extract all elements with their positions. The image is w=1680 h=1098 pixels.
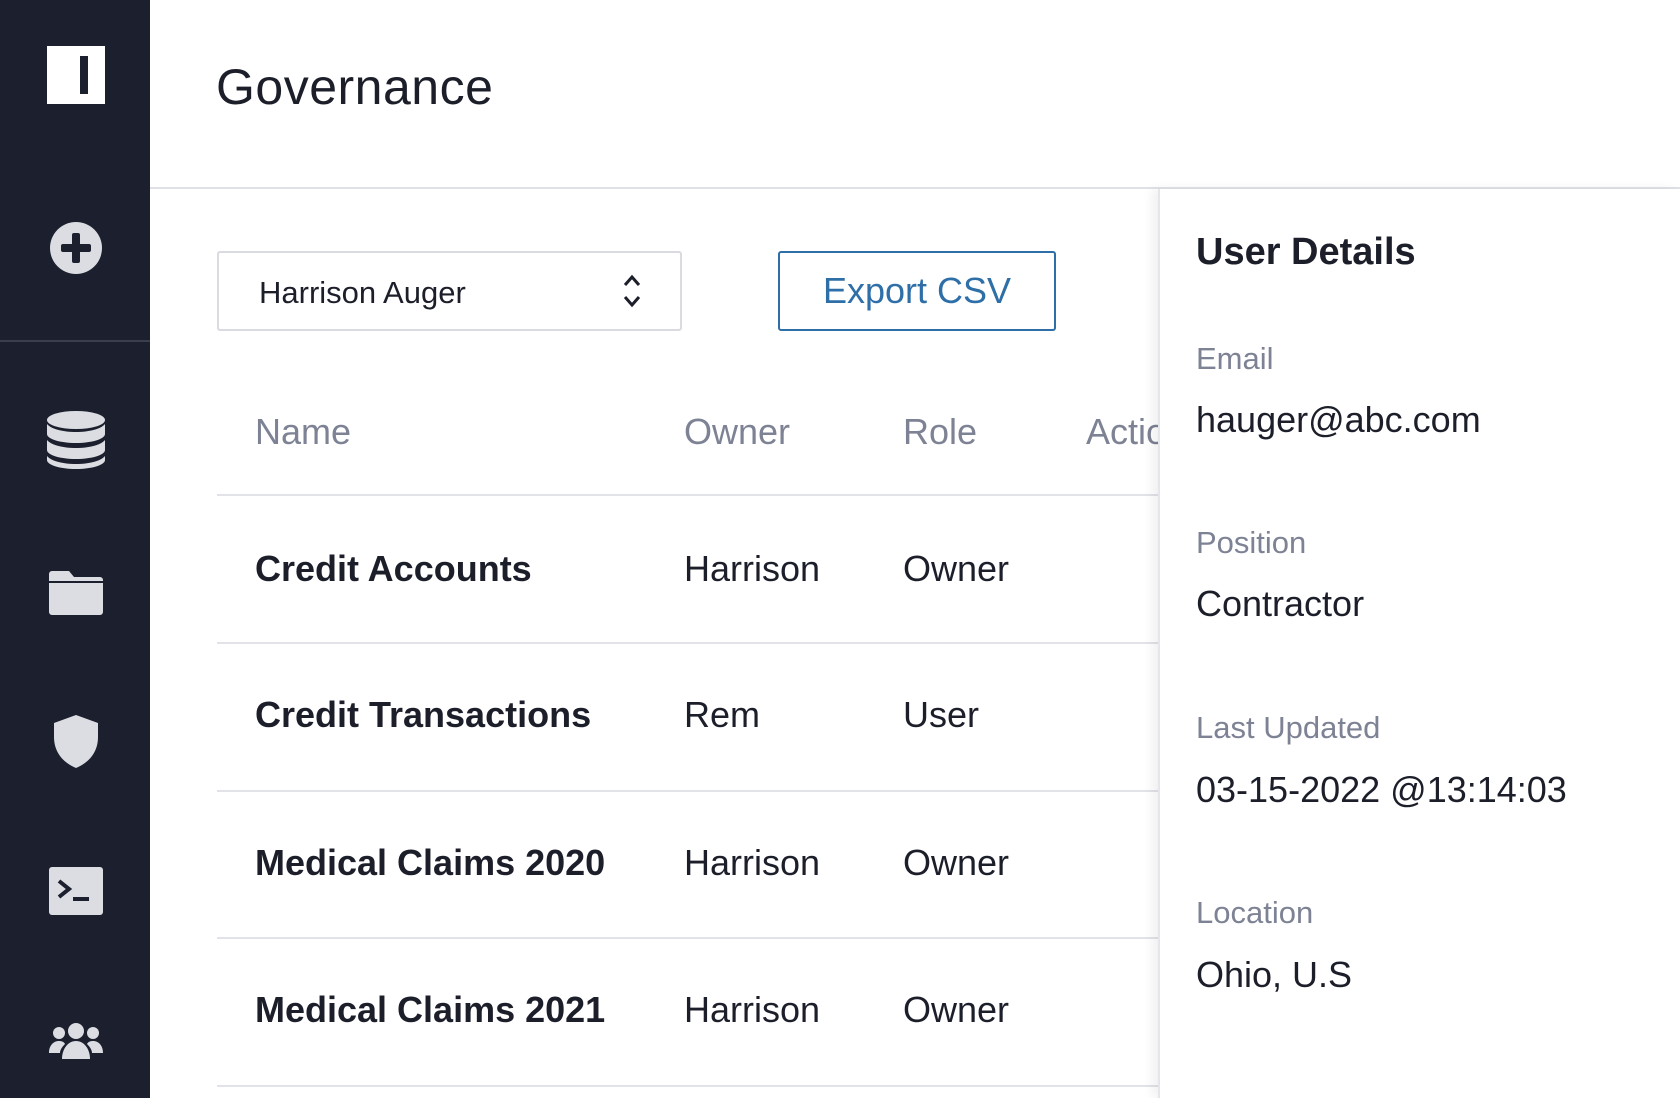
row-name: Credit Accounts — [255, 548, 532, 589]
last-updated-label: Last Updated — [1196, 710, 1381, 745]
users-icon[interactable] — [45, 1010, 107, 1072]
location-label: Location — [1196, 895, 1314, 930]
row-owner: Harrison — [684, 989, 821, 1030]
table-row[interactable]: Credit Accounts Harrison Owner — [150, 496, 1158, 644]
row-owner: Rem — [684, 694, 761, 735]
last-updated-value: 03-15-2022 @13:14:03 — [1196, 769, 1567, 810]
user-details-panel: User Details Email hauger@abc.com Positi… — [1158, 189, 1680, 1098]
position-label: Position — [1196, 525, 1307, 560]
terminal-icon[interactable] — [45, 860, 107, 922]
row-role: Owner — [903, 548, 1010, 589]
column-header-actions[interactable]: Actions — [1086, 411, 1158, 453]
database-icon[interactable] — [45, 409, 107, 471]
folder-icon[interactable] — [45, 560, 107, 622]
row-name: Credit Transactions — [255, 694, 592, 735]
column-header-owner[interactable]: Owner — [684, 411, 790, 453]
sidebar — [0, 0, 150, 1098]
row-name: Medical Claims 2020 — [255, 842, 606, 883]
row-role: User — [903, 694, 980, 735]
column-header-name[interactable]: Name — [255, 411, 351, 453]
panel-title: User Details — [1196, 231, 1416, 273]
logo-icon[interactable] — [45, 44, 107, 106]
email-label: Email — [1196, 341, 1274, 376]
permissions-table: Name Owner Role Actions Credit Accounts … — [150, 189, 1158, 1098]
row-role: Owner — [903, 842, 1010, 883]
row-role: Owner — [903, 989, 1010, 1030]
row-divider — [217, 1085, 1158, 1087]
row-name: Medical Claims 2021 — [255, 989, 606, 1030]
plus-circle-icon[interactable] — [45, 217, 107, 279]
email-value: hauger@abc.com — [1196, 399, 1481, 440]
app: Governance Harrison Auger Export CSV Nam… — [0, 0, 1680, 1098]
sidebar-divider — [0, 340, 150, 342]
location-value: Ohio, U.S — [1196, 954, 1353, 995]
shield-icon[interactable] — [45, 710, 107, 772]
position-value: Contractor — [1196, 583, 1365, 624]
table-row[interactable]: Medical Claims 2021 Harrison Owner — [150, 939, 1158, 1087]
page-title: Governance — [216, 59, 494, 115]
table-row[interactable]: Credit Transactions Rem User — [150, 644, 1158, 792]
column-header-role[interactable]: Role — [903, 411, 977, 453]
row-owner: Harrison — [684, 548, 821, 589]
row-owner: Harrison — [684, 842, 821, 883]
table-row[interactable]: Medical Claims 2020 Harrison Owner — [150, 792, 1158, 940]
